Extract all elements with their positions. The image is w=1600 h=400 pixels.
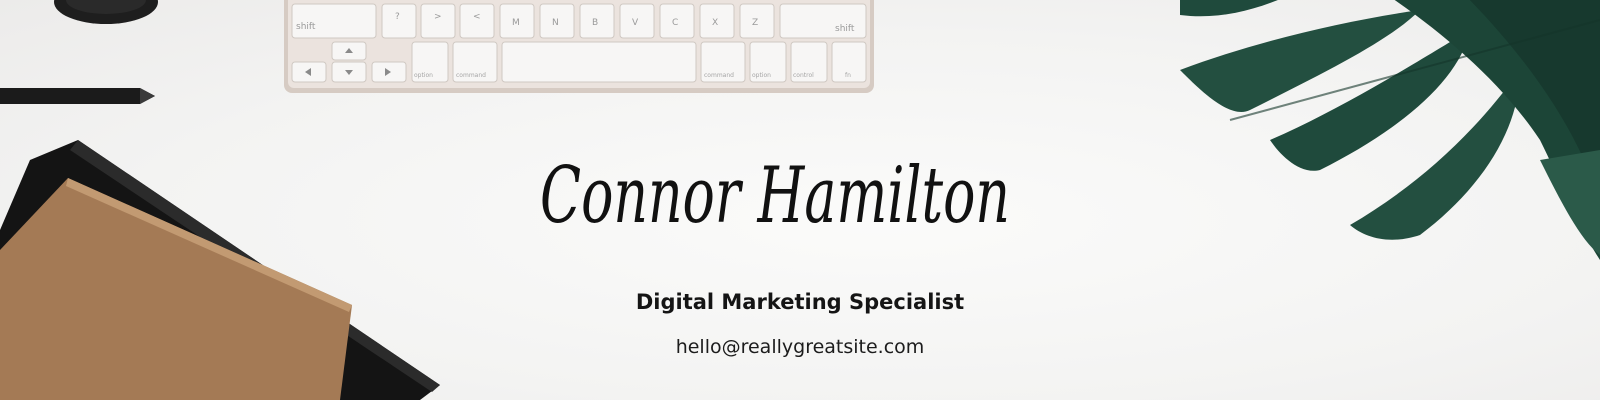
key-label: Z [752, 18, 758, 28]
key-label: X [712, 18, 718, 28]
email-address[interactable]: hello@reallygreatsite.com [0, 334, 1600, 358]
key-label: shift [835, 24, 855, 34]
profile-banner: shift ? > < M N B V C X Z shift option c… [0, 0, 1600, 400]
key-label: < [473, 12, 481, 22]
key-label: option [752, 72, 771, 79]
name-signature: Connor Hamilton [540, 151, 1010, 241]
job-title: Digital Marketing Specialist [635, 290, 965, 314]
key-label: M [512, 18, 520, 28]
notebook-icon [0, 140, 440, 400]
key-label: > [434, 12, 442, 22]
signature: Connor Hamilton [540, 151, 1010, 241]
key-label: V [632, 18, 639, 28]
object-icon [54, 0, 158, 24]
key-label: shift [296, 22, 316, 32]
key-label: B [592, 18, 598, 28]
key-label: fn [845, 72, 851, 79]
key-label: command [456, 72, 486, 79]
key-label: N [552, 18, 559, 28]
key-label: ? [395, 12, 400, 22]
pencil-icon [0, 88, 155, 104]
key-label: control [793, 72, 814, 79]
key-label: command [704, 72, 734, 79]
leaf-icon [1180, 0, 1600, 260]
keyboard-icon [284, 0, 874, 93]
key-label: option [414, 72, 433, 79]
key-label: C [672, 18, 678, 28]
